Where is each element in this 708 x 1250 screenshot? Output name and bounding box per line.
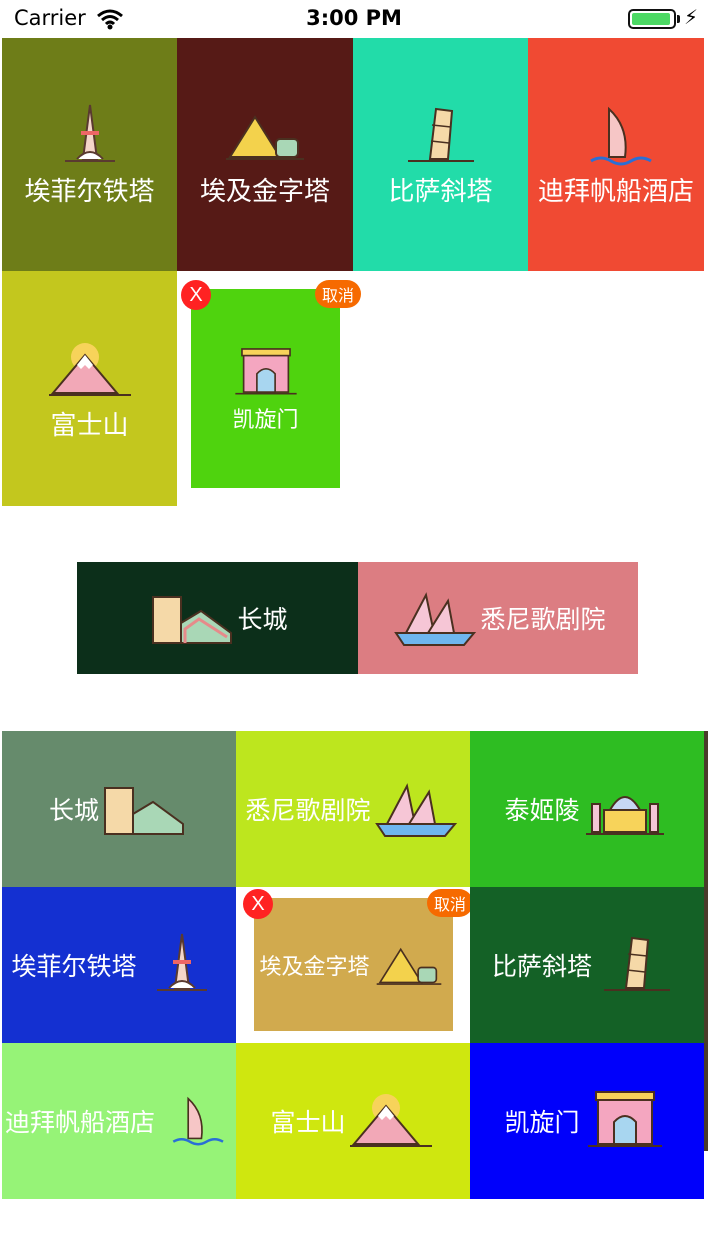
- arc-de-triomphe-icon: [587, 1091, 662, 1147]
- tile-label: 长城: [48, 796, 99, 825]
- tile-label: 迪拜帆船酒店: [537, 177, 694, 207]
- tile-burj-al-arab-2[interactable]: 迪拜帆船酒店: [2, 1043, 236, 1199]
- tile-label: 悉尼歌剧院: [480, 605, 606, 634]
- tile-pisa-tower-2[interactable]: 比萨斜塔: [470, 887, 704, 1043]
- tile-label: 富士山: [270, 1108, 346, 1137]
- tile-great-wall-horizontal[interactable]: 长城: [77, 562, 358, 674]
- tile-label: 富士山: [50, 411, 129, 441]
- charging-bolt-icon: ⚡: [684, 5, 699, 29]
- tile-mount-fuji[interactable]: 富士山: [2, 271, 177, 506]
- sydney-opera-house-icon: [374, 783, 457, 837]
- tile-eiffel-tower-2[interactable]: 埃菲尔铁塔: [2, 887, 236, 1043]
- pyramid-icon: [376, 947, 441, 985]
- cancel-badge[interactable]: 取消: [315, 280, 361, 308]
- tile-label: 泰姬陵: [504, 796, 580, 825]
- background-strip: [704, 731, 708, 1151]
- tile-sydney-opera-house[interactable]: 悉尼歌剧院: [236, 731, 470, 887]
- delete-badge[interactable]: X: [243, 889, 273, 919]
- tile-label: 比萨斜塔: [491, 952, 592, 981]
- pisa-tower-icon: [604, 936, 670, 991]
- tile-pyramid-editing[interactable]: 埃及金字塔: [254, 898, 453, 1031]
- pyramid-icon: [226, 115, 304, 160]
- tile-mount-fuji-2[interactable]: 富士山: [236, 1043, 470, 1199]
- tile-label: 埃及金字塔: [259, 954, 370, 980]
- delete-badge[interactable]: X: [181, 280, 211, 310]
- great-wall-icon: [152, 596, 233, 644]
- pisa-tower-icon: [407, 107, 474, 162]
- tile-eiffel-tower[interactable]: 埃菲尔铁塔: [2, 38, 177, 271]
- tile-label: 埃及金字塔: [199, 177, 330, 207]
- great-wall-icon: [104, 787, 184, 835]
- mount-fuji-icon: [48, 343, 131, 396]
- burj-al-arab-icon: [590, 106, 652, 166]
- mount-fuji-icon: [349, 1094, 432, 1147]
- taj-mahal-icon: [585, 796, 664, 835]
- tile-pyramid[interactable]: 埃及金字塔: [177, 38, 353, 271]
- sydney-opera-house-icon: [394, 592, 477, 646]
- cancel-badge[interactable]: 取消: [427, 889, 473, 917]
- battery-cap: [677, 15, 680, 23]
- tile-label: 迪拜帆船酒店: [4, 1108, 155, 1137]
- tile-label: 埃菲尔铁塔: [24, 177, 155, 207]
- tile-sydney-opera-horizontal[interactable]: 悉尼歌剧院: [358, 562, 638, 674]
- arc-de-triomphe-icon: [234, 347, 297, 395]
- tile-pisa-tower[interactable]: 比萨斜塔: [353, 38, 528, 271]
- tile-label: 凯旋门: [504, 1108, 580, 1137]
- tile-arc-de-triomphe-editing[interactable]: 凯旋门: [191, 289, 340, 488]
- tile-great-wall[interactable]: 长城: [2, 731, 236, 887]
- eiffel-tower-icon: [156, 933, 207, 991]
- tile-burj-al-arab[interactable]: 迪拜帆船酒店: [528, 38, 704, 271]
- eiffel-tower-icon: [64, 104, 115, 162]
- battery-icon: [628, 9, 676, 29]
- tile-taj-mahal[interactable]: 泰姬陵: [470, 731, 704, 887]
- tile-arc-de-triomphe[interactable]: 凯旋门: [470, 1043, 704, 1199]
- tile-label: 埃菲尔铁塔: [11, 952, 137, 981]
- clock: 3:00 PM: [306, 6, 402, 30]
- tile-label: 长城: [237, 605, 288, 634]
- burj-al-arab-icon: [172, 1096, 224, 1146]
- tile-label: 悉尼歌剧院: [245, 796, 371, 825]
- tile-label: 比萨斜塔: [388, 177, 493, 207]
- tile-label: 凯旋门: [232, 407, 299, 433]
